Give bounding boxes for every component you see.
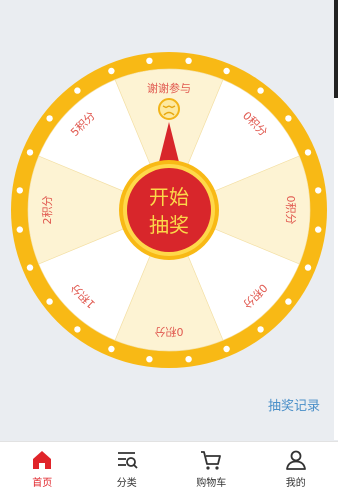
segment-prize: 2积分 — [41, 196, 54, 225]
start-label-line1: 开始 — [149, 185, 189, 209]
rim-light — [257, 326, 264, 333]
sad-face-icon — [158, 98, 180, 120]
rim-light — [146, 356, 153, 363]
segment-label: 2积分 — [41, 196, 54, 225]
tab-cart-label: 购物车 — [196, 477, 227, 489]
tab-category[interactable]: 分类 — [85, 442, 170, 494]
rim-light — [223, 345, 230, 353]
rim-light — [285, 115, 292, 122]
rim-light — [46, 298, 53, 305]
tab-home[interactable]: 首页 — [0, 442, 85, 494]
draw-records-link[interactable]: 抽奖记录 — [268, 395, 320, 414]
rim-light — [46, 115, 53, 122]
rim-light — [304, 149, 312, 156]
category-search-icon — [117, 451, 138, 469]
rim-light — [74, 326, 81, 333]
bottom-tab-bar: 首页 分类 购物车 我的 — [0, 441, 338, 494]
rim-light — [16, 187, 23, 194]
user-icon — [285, 450, 306, 470]
rim-light — [223, 67, 230, 75]
segment-prize: 0积分 — [284, 196, 297, 225]
rim-light — [315, 226, 322, 233]
wheel-graphic: 谢谢参与0积分0积分0积分0积分1积分2积分5积分 开始 抽奖 — [11, 52, 327, 368]
rim-light — [74, 87, 81, 94]
rim-light — [16, 226, 23, 233]
rim-light — [26, 264, 34, 271]
tab-category-label: 分类 — [116, 477, 137, 489]
hub-red-center — [127, 168, 211, 252]
rim-light — [185, 356, 192, 363]
segment-label: 谢谢参与 — [147, 81, 191, 95]
segment-label: 0积分 — [284, 196, 297, 225]
tab-cart[interactable]: 购物车 — [169, 442, 254, 494]
tab-profile[interactable]: 我的 — [254, 442, 338, 494]
segment-label: 0积分 — [155, 325, 184, 338]
rim-light — [185, 57, 192, 64]
segment-prize: 0积分 — [155, 325, 184, 338]
rim-light — [257, 87, 264, 94]
rim-light — [304, 264, 312, 271]
tab-profile-label: 我的 — [285, 477, 306, 489]
lottery-wheel: 谢谢参与 0积分 0积分 0积分 0积分 1积分 2积分 5积分 开始 抽奖 — [0, 0, 338, 380]
rim-light — [315, 187, 322, 194]
tab-home-label: 首页 — [32, 477, 53, 489]
start-label-line2: 抽奖 — [149, 213, 189, 237]
home-icon — [33, 450, 52, 469]
rim-light — [146, 57, 153, 64]
rim-light — [108, 67, 115, 75]
cart-icon — [201, 450, 222, 470]
rim-light — [108, 345, 115, 353]
rim-light — [285, 298, 292, 305]
rim-light — [26, 149, 34, 156]
